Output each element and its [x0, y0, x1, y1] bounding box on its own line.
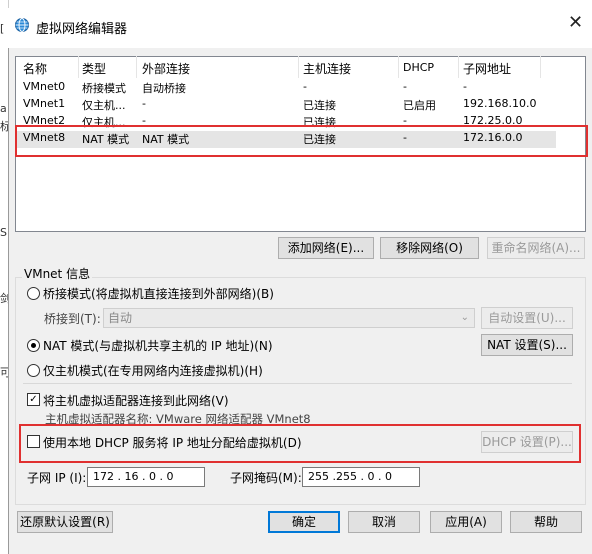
edge-char: [ — [0, 22, 5, 35]
column-header-subnet[interactable]: 子网地址 — [463, 60, 511, 77]
table-row[interactable]: VMnet0 桥接模式 自动桥接 - - - — [16, 80, 556, 97]
cell-type: 仅主机... — [82, 99, 126, 112]
cell-type: 桥接模式 — [82, 82, 126, 95]
cell-host: - — [303, 80, 307, 93]
column-divider — [78, 56, 79, 78]
close-icon[interactable]: ✕ — [568, 12, 583, 33]
column-divider — [398, 56, 399, 78]
auto-settings-button[interactable]: 自动设置(U)... — [481, 307, 573, 329]
bridge-to-select[interactable]: 自动 ⌄ — [103, 308, 475, 328]
bridge-mode-radio[interactable] — [27, 287, 40, 300]
window-title: 虚拟网络编辑器 — [36, 22, 128, 37]
cancel-button[interactable]: 取消 — [348, 511, 420, 533]
edge-char: a — [0, 102, 7, 115]
vmnet-info-label: VMnet 信息 — [22, 265, 93, 282]
subnet-ip-label: 子网 IP (I): — [27, 471, 87, 485]
edge-char: S — [0, 226, 7, 239]
cell-subnet: - — [463, 80, 467, 93]
restore-defaults-button[interactable]: 还原默认设置(R) — [17, 511, 113, 533]
cell-name: VMnet0 — [23, 80, 66, 93]
host-only-label[interactable]: 仅主机模式(在专用网络内连接虚拟机)(H) — [43, 362, 263, 379]
network-globe-icon — [15, 18, 29, 32]
cell-external: - — [142, 97, 146, 110]
help-button[interactable]: 帮助 — [510, 511, 582, 533]
connect-adapter-label[interactable]: 将主机虚拟适配器连接到此网络(V) — [43, 392, 229, 409]
column-header-type[interactable]: 类型 — [82, 60, 106, 77]
column-header-dhcp[interactable]: DHCP — [403, 61, 434, 74]
subnet-mask-field[interactable]: 255 .255 . 0 . 0 — [302, 467, 420, 487]
ok-button[interactable]: 确定 — [268, 511, 340, 533]
connect-adapter-checkbox[interactable]: ✓ — [27, 393, 40, 406]
highlight-annotation — [19, 424, 581, 463]
column-divider — [458, 56, 459, 78]
cell-external: 自动桥接 — [142, 82, 186, 95]
apply-button[interactable]: 应用(A) — [430, 511, 502, 533]
divider — [23, 383, 572, 384]
column-divider — [136, 56, 137, 78]
bridge-to-value: 自动 — [108, 311, 133, 325]
chevron-down-icon: ⌄ — [460, 312, 469, 323]
remove-network-button[interactable]: 移除网络(O) — [380, 237, 479, 259]
column-divider — [540, 56, 541, 78]
nat-mode-radio[interactable] — [27, 339, 40, 352]
column-header-host[interactable]: 主机连接 — [303, 60, 351, 77]
bridge-to-label: 桥接到(T): — [44, 312, 101, 326]
table-row[interactable]: VMnet1 仅主机... - 已连接 已启用 192.168.10.0 — [16, 97, 556, 114]
column-divider — [298, 56, 299, 78]
add-network-button[interactable]: 添加网络(E)... — [278, 237, 374, 259]
highlight-annotation — [15, 125, 588, 157]
cell-dhcp: 已启用 — [403, 99, 436, 112]
cell-subnet: 192.168.10.0 — [463, 97, 537, 110]
nat-mode-label[interactable]: NAT 模式(与虚拟机共享主机的 IP 地址)(N) — [43, 337, 273, 354]
column-header-name[interactable]: 名称 — [23, 60, 47, 77]
cell-name: VMnet1 — [23, 97, 66, 110]
column-header-external[interactable]: 外部连接 — [142, 60, 190, 77]
cell-host: 已连接 — [303, 99, 336, 112]
nat-settings-button[interactable]: NAT 设置(S)... — [481, 334, 573, 356]
bridge-mode-label[interactable]: 桥接模式(将虚拟机直接连接到外部网络)(B) — [43, 285, 274, 302]
subnet-mask-label: 子网掩码(M): — [230, 471, 302, 485]
host-only-radio[interactable] — [27, 364, 40, 377]
rename-network-button[interactable]: 重命名网络(A)... — [487, 237, 585, 259]
subnet-ip-field[interactable]: 172 . 16 . 0 . 0 — [87, 467, 205, 487]
cell-dhcp: - — [403, 80, 407, 93]
